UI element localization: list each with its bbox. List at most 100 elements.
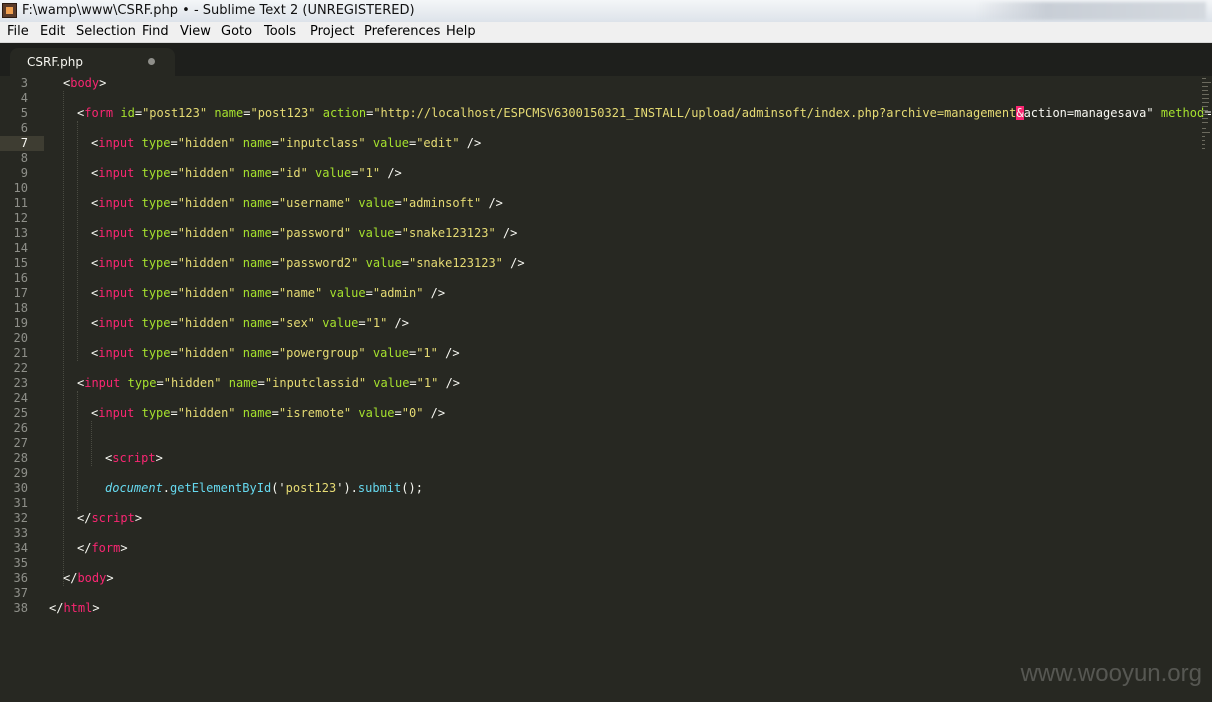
menu-edit[interactable]: Edit — [40, 24, 65, 39]
menu-file[interactable]: File — [7, 24, 29, 39]
code-token: = — [170, 406, 178, 420]
line-number: 18 — [13, 301, 28, 315]
code-token: form — [84, 106, 114, 120]
code-token: name — [242, 166, 272, 180]
code-token: type — [141, 226, 171, 240]
minimap[interactable] — [1199, 76, 1212, 166]
code-token: "hidden" — [177, 406, 236, 420]
code-token: value — [358, 226, 395, 240]
menu-help[interactable]: Help — [446, 24, 476, 39]
line-number: 28 — [13, 451, 28, 465]
code-token: = — [170, 166, 178, 180]
code-token: body — [77, 571, 107, 585]
code-token: = — [257, 376, 265, 390]
code-token: /> — [387, 316, 409, 330]
code-token: name — [242, 286, 272, 300]
line-number: 19 — [13, 316, 28, 330]
code-token: "0" — [401, 406, 424, 420]
code-token: = — [409, 376, 417, 390]
line-number: 37 — [13, 586, 28, 600]
code-token: value — [373, 376, 410, 390]
code-token: input — [98, 316, 135, 330]
indent-guide — [77, 121, 78, 361]
code-line-34: </form> — [77, 541, 128, 556]
line-number: 36 — [13, 571, 28, 585]
code-token: "sex" — [278, 316, 316, 330]
code-token: type — [141, 166, 171, 180]
code-token: "hidden" — [177, 226, 236, 240]
code-token: "hidden" — [177, 166, 236, 180]
line-number-current: 7 — [20, 136, 28, 150]
code-token: = — [170, 256, 178, 270]
code-token: "1" — [365, 316, 388, 330]
line-number: 11 — [13, 196, 28, 210]
code-token: name — [242, 406, 272, 420]
code-token: = — [271, 346, 279, 360]
code-token: /> — [438, 376, 461, 390]
menu-project[interactable]: Project — [310, 24, 354, 39]
menu-goto[interactable]: Goto — [221, 24, 252, 39]
code-token: name — [242, 316, 272, 330]
editor-pane[interactable]: 3 4 5 6 7 8 9 10 11 12 13 14 15 16 17 18… — [0, 76, 1212, 702]
line-number: 32 — [13, 511, 28, 525]
code-token: = — [271, 136, 279, 150]
code-token: value — [372, 136, 409, 150]
code-token: (); — [401, 481, 423, 495]
title-bar: F:\wamp\www\CSRF.php • - Sublime Text 2 … — [0, 0, 1212, 23]
code-token: > — [155, 451, 163, 465]
menu-selection[interactable]: Selection — [76, 24, 136, 39]
code-token: value — [372, 346, 409, 360]
indent-guide — [91, 421, 92, 466]
code-token: </ — [63, 571, 78, 585]
code-token: "hidden" — [177, 256, 236, 270]
code-token: method — [1160, 106, 1205, 120]
code-token: </ — [77, 511, 92, 525]
code-line-13: <input type="hidden" name="password" val… — [91, 226, 517, 241]
menu-view[interactable]: View — [180, 24, 211, 39]
tab-csrf-php[interactable]: CSRF.php — [10, 48, 175, 76]
code-token: = — [170, 196, 178, 210]
line-number: 27 — [13, 436, 28, 450]
tab-bar: CSRF.php — [0, 43, 1212, 76]
code-token: "post123" — [142, 106, 208, 120]
menu-preferences[interactable]: Preferences — [364, 24, 440, 39]
code-token: = — [170, 316, 178, 330]
code-token: = — [271, 166, 279, 180]
line-number: 8 — [20, 151, 28, 165]
line-number: 31 — [13, 496, 28, 510]
window-controls[interactable] — [976, 2, 1206, 20]
code-token: "powergroup" — [278, 346, 366, 360]
code-token: "1" — [358, 166, 381, 180]
code-token: name — [214, 106, 244, 120]
code-token: = — [394, 226, 402, 240]
code-token: "inputclass" — [278, 136, 366, 150]
code-token: '). — [336, 481, 358, 495]
code-token: "hidden" — [177, 196, 236, 210]
code-token: type — [127, 376, 157, 390]
code-token: value — [365, 256, 402, 270]
code-token: > — [120, 541, 128, 555]
line-number: 13 — [13, 226, 28, 240]
menu-tools[interactable]: Tools — [264, 24, 296, 39]
sublime-app-icon — [2, 3, 17, 18]
code-token: </ — [77, 541, 92, 555]
unsaved-dot-icon[interactable] — [148, 58, 155, 65]
code-line-32: </script> — [77, 511, 142, 526]
code-line-15: <input type="hidden" name="password2" va… — [91, 256, 525, 271]
code-token: = — [365, 286, 373, 300]
code-token: input — [84, 376, 121, 390]
code-line-23: <input type="hidden" name="inputclassid"… — [77, 376, 460, 391]
code-token: > — [99, 76, 107, 90]
line-number: 20 — [13, 331, 28, 345]
menu-find[interactable]: Find — [142, 24, 169, 39]
code-token: "1" — [416, 346, 438, 360]
code-token: name — [242, 346, 272, 360]
